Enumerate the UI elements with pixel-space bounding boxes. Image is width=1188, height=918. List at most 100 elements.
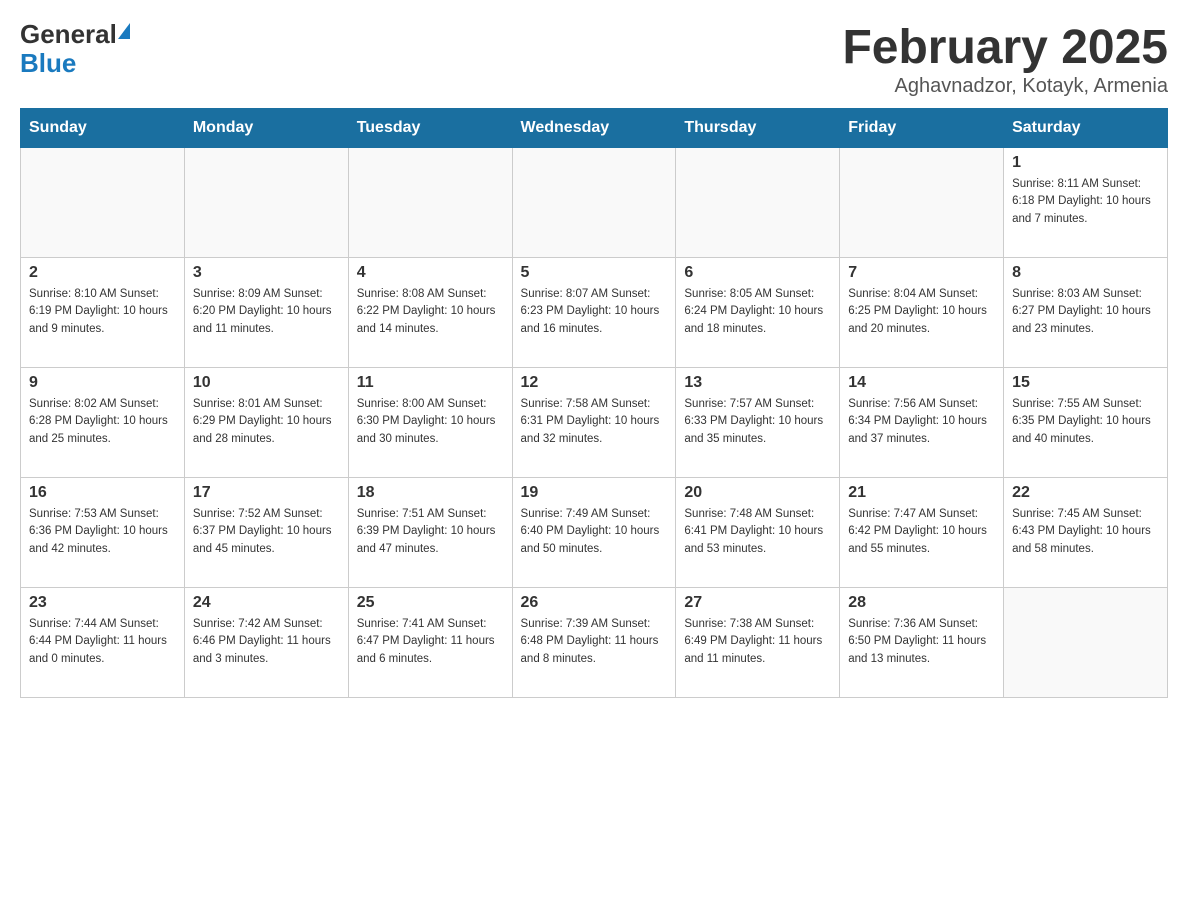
calendar-cell: 26 Sunrise: 7:39 AM Sunset: 6:48 PM Dayli… [512,588,676,698]
logo-general-text: General [20,20,117,49]
calendar-cell: 13 Sunrise: 7:57 AM Sunset: 6:33 PM Dayli… [676,368,840,478]
logo: General Blue [20,20,131,77]
calendar-cell: 6Sunrise: 8:05 AM Sunset: 6:24 PM Daylig… [676,258,840,368]
day-number: 11 [357,374,504,392]
day-number: 5 [521,264,668,282]
day-info: Sunrise: 7:55 AM Sunset: 6:35 PM Dayligh… [1012,396,1159,448]
weekday-header-row: SundayMondayTuesdayWednesdayThursdayFrid… [21,109,1168,148]
calendar-cell [348,148,512,258]
calendar-cell: 1 Sunrise: 8:11 AM Sunset: 6:18 PM Daylig… [1004,148,1168,258]
day-number: 12 [521,374,668,392]
day-info: Sunrise: 7:57 AM Sunset: 6:33 PM Dayligh… [684,396,831,448]
calendar-cell: 27 Sunrise: 7:38 AM Sunset: 6:49 PM Dayli… [676,588,840,698]
day-number: 4 [357,264,504,282]
calendar-cell: 23 Sunrise: 7:44 AM Sunset: 6:44 PM Dayli… [21,588,185,698]
day-number: 25 [357,594,504,612]
calendar-cell: 12 Sunrise: 7:58 AM Sunset: 6:31 PM Dayli… [512,368,676,478]
calendar-cell: 7 Sunrise: 8:04 AM Sunset: 6:25 PM Daylig… [840,258,1004,368]
day-number: 1 [1012,154,1159,172]
day-info: Sunrise: 7:48 AM Sunset: 6:41 PM Dayligh… [684,506,831,558]
day-info: Sunrise: 7:44 AM Sunset: 6:44 PM Dayligh… [29,616,176,668]
calendar-cell [184,148,348,258]
calendar-cell [512,148,676,258]
calendar-cell: 3Sunrise: 8:09 AM Sunset: 6:20 PM Daylig… [184,258,348,368]
calendar-cell: 17Sunrise: 7:52 AM Sunset: 6:37 PM Dayli… [184,478,348,588]
day-info: Sunrise: 8:03 AM Sunset: 6:27 PM Dayligh… [1012,286,1159,338]
calendar-cell: 20 Sunrise: 7:48 AM Sunset: 6:41 PM Dayli… [676,478,840,588]
calendar-cell: 5 Sunrise: 8:07 AM Sunset: 6:23 PM Daylig… [512,258,676,368]
day-info: Sunrise: 8:11 AM Sunset: 6:18 PM Dayligh… [1012,176,1159,228]
day-number: 23 [29,594,176,612]
day-number: 8 [1012,264,1159,282]
logo-triangle-icon [118,23,130,39]
day-number: 21 [848,484,995,502]
weekday-header-sunday: Sunday [21,109,185,148]
logo-blue-text: Blue [20,48,76,78]
day-info: Sunrise: 7:36 AM Sunset: 6:50 PM Dayligh… [848,616,995,668]
calendar-cell [840,148,1004,258]
day-info: Sunrise: 7:41 AM Sunset: 6:47 PM Dayligh… [357,616,504,668]
calendar-cell [676,148,840,258]
calendar-week-row: 23 Sunrise: 7:44 AM Sunset: 6:44 PM Dayli… [21,588,1168,698]
calendar-cell: 10Sunrise: 8:01 AM Sunset: 6:29 PM Dayli… [184,368,348,478]
day-number: 17 [193,484,340,502]
calendar-table: SundayMondayTuesdayWednesdayThursdayFrid… [20,108,1168,698]
day-number: 3 [193,264,340,282]
calendar-cell: 21Sunrise: 7:47 AM Sunset: 6:42 PM Dayli… [840,478,1004,588]
day-info: Sunrise: 7:53 AM Sunset: 6:36 PM Dayligh… [29,506,176,558]
day-number: 13 [684,374,831,392]
calendar-cell: 22 Sunrise: 7:45 AM Sunset: 6:43 PM Dayli… [1004,478,1168,588]
weekday-header-monday: Monday [184,109,348,148]
calendar-cell: 25 Sunrise: 7:41 AM Sunset: 6:47 PM Dayli… [348,588,512,698]
day-info: Sunrise: 8:08 AM Sunset: 6:22 PM Dayligh… [357,286,504,338]
calendar-cell: 9 Sunrise: 8:02 AM Sunset: 6:28 PM Daylig… [21,368,185,478]
calendar-cell: 14Sunrise: 7:56 AM Sunset: 6:34 PM Dayli… [840,368,1004,478]
calendar-cell: 28 Sunrise: 7:36 AM Sunset: 6:50 PM Dayli… [840,588,1004,698]
calendar-cell: 8 Sunrise: 8:03 AM Sunset: 6:27 PM Daylig… [1004,258,1168,368]
page-header: General Blue February 2025 Aghavnadzor, … [20,20,1168,98]
day-number: 15 [1012,374,1159,392]
weekday-header-thursday: Thursday [676,109,840,148]
calendar-cell: 16 Sunrise: 7:53 AM Sunset: 6:36 PM Dayli… [21,478,185,588]
day-number: 7 [848,264,995,282]
title-block: February 2025 Aghavnadzor, Kotayk, Armen… [842,20,1168,98]
day-info: Sunrise: 8:07 AM Sunset: 6:23 PM Dayligh… [521,286,668,338]
weekday-header-saturday: Saturday [1004,109,1168,148]
day-info: Sunrise: 7:42 AM Sunset: 6:46 PM Dayligh… [193,616,340,668]
day-info: Sunrise: 8:02 AM Sunset: 6:28 PM Dayligh… [29,396,176,448]
day-info: Sunrise: 7:38 AM Sunset: 6:49 PM Dayligh… [684,616,831,668]
day-info: Sunrise: 7:39 AM Sunset: 6:48 PM Dayligh… [521,616,668,668]
calendar-cell: 19 Sunrise: 7:49 AM Sunset: 6:40 PM Dayli… [512,478,676,588]
day-info: Sunrise: 8:05 AM Sunset: 6:24 PM Dayligh… [684,286,831,338]
calendar-title: February 2025 [842,20,1168,75]
calendar-week-row: 1 Sunrise: 8:11 AM Sunset: 6:18 PM Daylig… [21,148,1168,258]
calendar-cell: 24 Sunrise: 7:42 AM Sunset: 6:46 PM Dayli… [184,588,348,698]
calendar-subtitle: Aghavnadzor, Kotayk, Armenia [842,75,1168,98]
day-number: 20 [684,484,831,502]
day-info: Sunrise: 7:56 AM Sunset: 6:34 PM Dayligh… [848,396,995,448]
calendar-cell: 11Sunrise: 8:00 AM Sunset: 6:30 PM Dayli… [348,368,512,478]
calendar-week-row: 16 Sunrise: 7:53 AM Sunset: 6:36 PM Dayli… [21,478,1168,588]
day-number: 22 [1012,484,1159,502]
day-number: 9 [29,374,176,392]
day-info: Sunrise: 7:45 AM Sunset: 6:43 PM Dayligh… [1012,506,1159,558]
day-number: 16 [29,484,176,502]
day-number: 28 [848,594,995,612]
day-number: 27 [684,594,831,612]
calendar-cell [21,148,185,258]
day-info: Sunrise: 8:01 AM Sunset: 6:29 PM Dayligh… [193,396,340,448]
day-info: Sunrise: 7:49 AM Sunset: 6:40 PM Dayligh… [521,506,668,558]
day-info: Sunrise: 7:51 AM Sunset: 6:39 PM Dayligh… [357,506,504,558]
calendar-week-row: 9 Sunrise: 8:02 AM Sunset: 6:28 PM Daylig… [21,368,1168,478]
day-info: Sunrise: 8:04 AM Sunset: 6:25 PM Dayligh… [848,286,995,338]
weekday-header-tuesday: Tuesday [348,109,512,148]
calendar-week-row: 2Sunrise: 8:10 AM Sunset: 6:19 PM Daylig… [21,258,1168,368]
day-number: 26 [521,594,668,612]
weekday-header-wednesday: Wednesday [512,109,676,148]
calendar-cell: 4 Sunrise: 8:08 AM Sunset: 6:22 PM Daylig… [348,258,512,368]
day-number: 19 [521,484,668,502]
day-number: 18 [357,484,504,502]
calendar-cell: 18 Sunrise: 7:51 AM Sunset: 6:39 PM Dayli… [348,478,512,588]
day-number: 24 [193,594,340,612]
day-info: Sunrise: 7:58 AM Sunset: 6:31 PM Dayligh… [521,396,668,448]
